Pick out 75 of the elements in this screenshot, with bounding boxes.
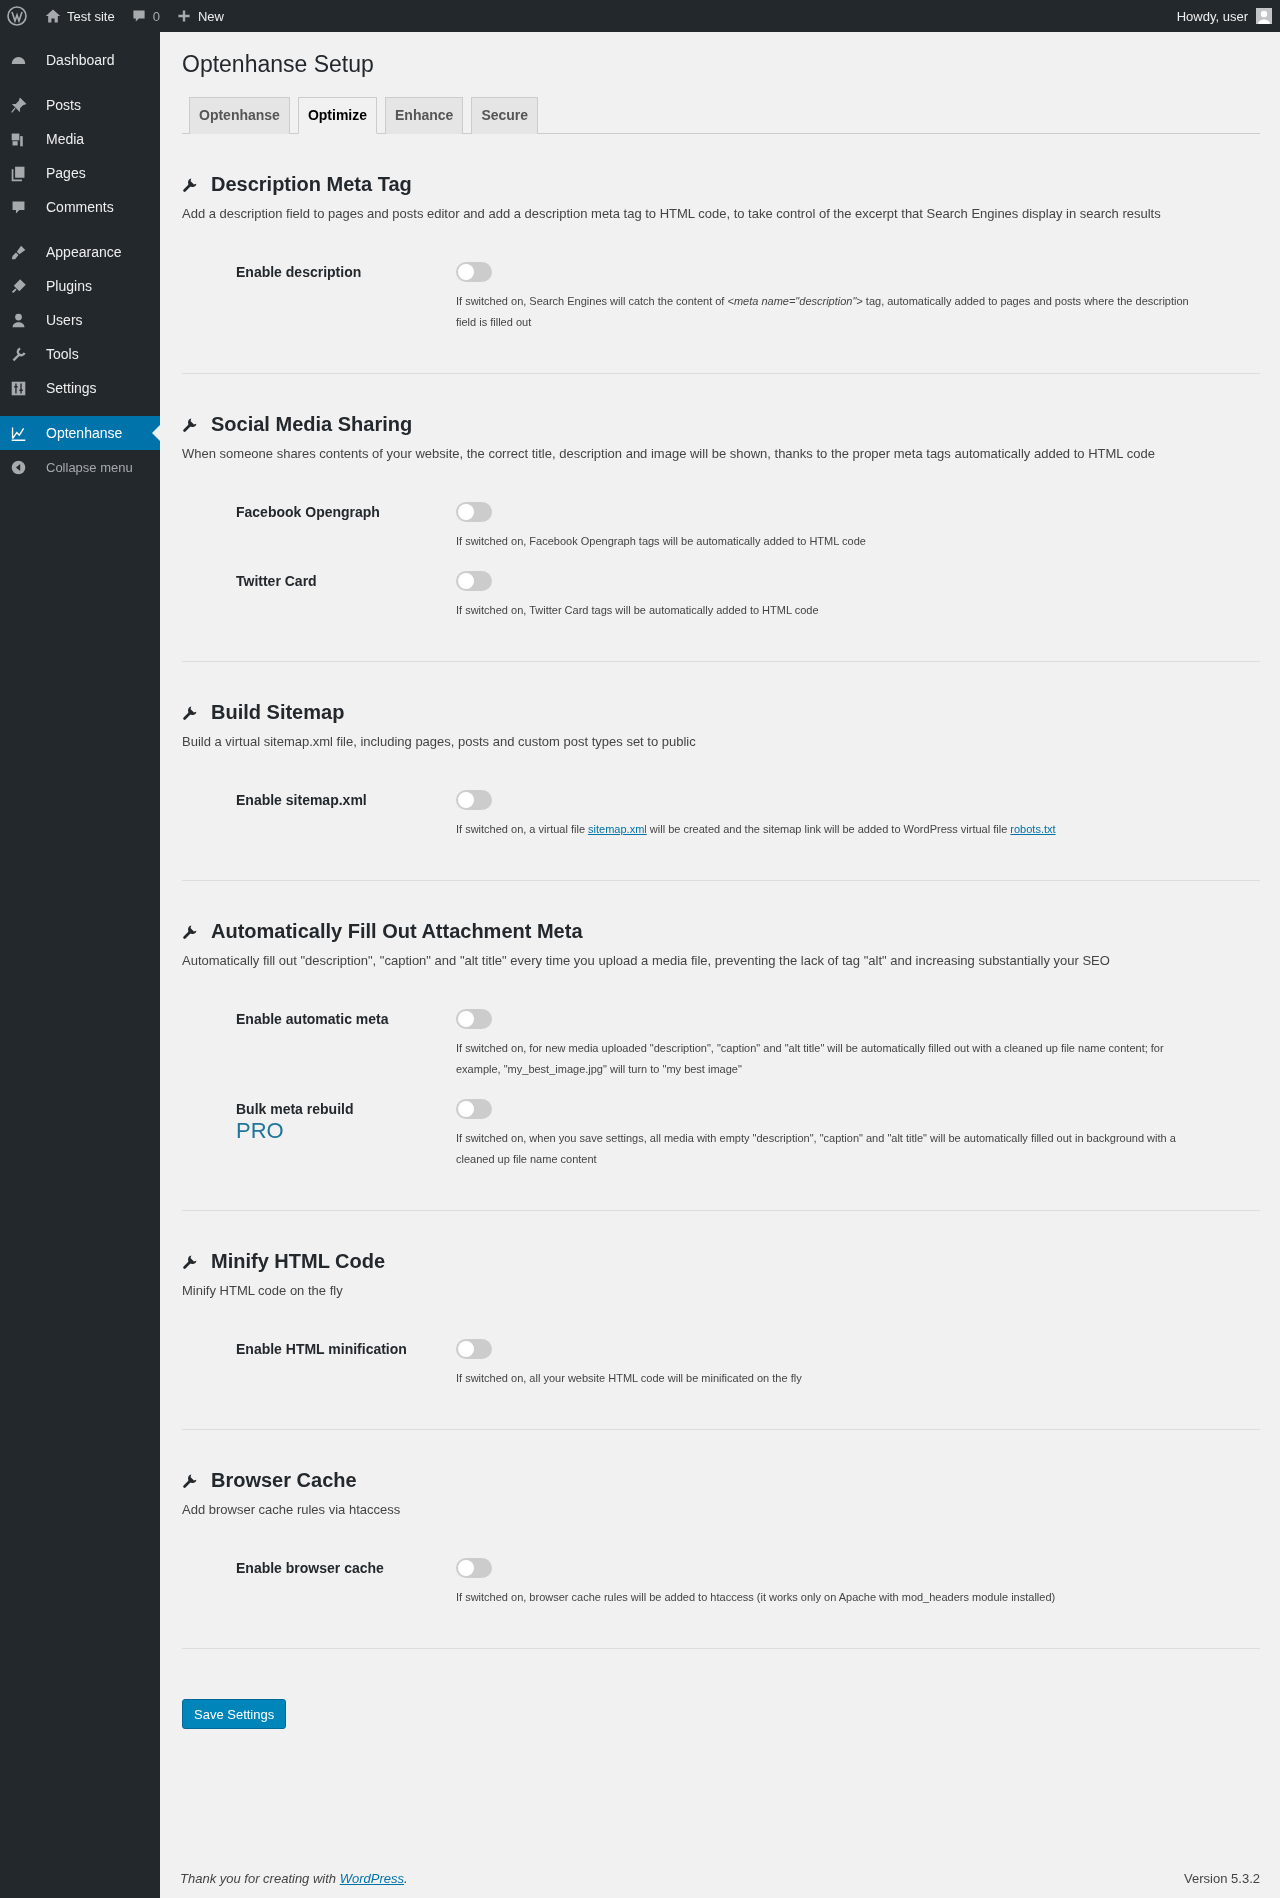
menu-item[interactable]: Media — [0, 122, 160, 156]
pushpin-icon — [10, 96, 27, 114]
collapse-menu-button[interactable]: Collapse menu — [0, 450, 160, 484]
pages-icon — [10, 164, 27, 182]
section-title: Social Media Sharing — [211, 412, 413, 437]
section-description: Minify HTML code on the fly — [182, 1282, 344, 1300]
toggle-switch[interactable] — [456, 262, 492, 282]
tab[interactable]: Enhance — [385, 97, 464, 134]
site-link[interactable]: Test site — [37, 0, 123, 32]
toggle-switch[interactable] — [456, 571, 492, 591]
setting-label: Enable automatic meta — [236, 1010, 390, 1028]
help-text: If switched on, browser cache rules will be added to htaccess (it works only on Apache with mod_headers module installed) — [456, 1590, 1057, 1605]
section-title: Minify HTML Code — [211, 1249, 386, 1274]
section-description: When someone shares contents of your website, the correct title, description and image will be shown, thanks to the proper meta tags automatically added to HTML code — [182, 445, 1156, 463]
section-title: Browser Cache — [211, 1468, 357, 1493]
save-settings-button[interactable]: Save Settings — [182, 1699, 287, 1729]
menu-item[interactable]: Tools — [0, 337, 160, 371]
pro-label: PRO — [236, 1118, 285, 1144]
menu-item[interactable]: Settings — [0, 371, 160, 405]
help-text: If switched on, for new media uploaded "description", "caption" and "alt title" will be automatically filled out with a cleaned up file name content; for example, "my_best_image.jpg" will turn to "my best image" — [456, 1041, 1165, 1077]
menu-item[interactable]: Users — [0, 303, 160, 337]
setting-label: Enable sitemap.xml — [236, 791, 368, 809]
sliders-icon — [10, 379, 27, 397]
account-link[interactable]: Howdy, user — [1168, 0, 1280, 32]
paintbrush-icon — [10, 243, 27, 261]
menu-item[interactable]: Optenhanse — [0, 416, 160, 450]
setting-label: Twitter Card — [236, 572, 318, 590]
wrench-icon — [10, 345, 27, 363]
help-text: If switched on, all your website HTML code will be minificated on the fly — [456, 1371, 803, 1386]
menu-item[interactable]: Comments — [0, 190, 160, 224]
tab[interactable]: Secure — [471, 97, 539, 134]
setting-label: Enable description — [236, 263, 363, 281]
version-text: Version 5.3.2 — [1184, 1871, 1260, 1886]
tab[interactable]: Optenhanse — [189, 97, 290, 134]
setting-label: Enable browser cache — [236, 1559, 385, 1577]
help-text: If switched on, when you save settings, all media with empty "description", "caption" and "alt title" will be automatically filled out in background with a cleaned up file name content — [456, 1131, 1177, 1167]
setting-label: Bulk meta rebuild — [236, 1100, 355, 1118]
section-title: Description Meta Tag — [211, 172, 412, 197]
wordpress-logo-icon[interactable] — [7, 6, 27, 26]
section-description: Add browser cache rules via htaccess — [182, 1501, 402, 1519]
new-link[interactable]: New — [167, 0, 232, 32]
section-description: Build a virtual sitemap.xml file, including pages, posts and custom post types set to public — [182, 733, 697, 751]
help-text: If switched on, Twitter Card tags will be automatically added to HTML code — [456, 603, 820, 618]
toggle-switch[interactable] — [456, 1009, 492, 1029]
wordpress-link[interactable]: WordPress — [339, 1871, 404, 1886]
toggle-switch[interactable] — [456, 1339, 492, 1359]
help-text: If switched on, Search Engines will catch the content of <meta name="description"> tag, automatically added to pages and posts where the description field is filled out — [456, 294, 1190, 330]
toggle-switch[interactable] — [456, 1558, 492, 1578]
menu-item[interactable]: Posts — [0, 88, 160, 122]
setting-label: Enable HTML minification — [236, 1340, 408, 1358]
menu-item[interactable]: Plugins — [0, 269, 160, 303]
tab[interactable]: Optimize — [297, 97, 378, 134]
help-text: If switched on, a virtual file sitemap.xml will be created and the sitemap link will be added to WordPress virtual file robots.txt — [456, 822, 1057, 837]
help-text: If switched on, Facebook Opengraph tags will be automatically added to HTML code — [456, 534, 867, 549]
speech-bubble-icon — [130, 8, 147, 24]
section-title: Automatically Fill Out Attachment Meta — [211, 919, 583, 944]
toggle-switch[interactable] — [456, 1099, 492, 1119]
section-description: Automatically fill out "description", "caption" and "alt title" every time you upload a media file, preventing the lack of tag "alt" and increasing substantially your SEO — [182, 952, 1111, 970]
section-description: Add a description field to pages and posts editor and add a description meta tag to HTML code, to take control of the excerpt that Search Engines display in search results — [182, 205, 1162, 223]
plus-icon — [175, 8, 192, 24]
home-icon — [45, 8, 61, 24]
section-title: Build Sitemap — [211, 700, 345, 725]
toggle-switch[interactable] — [456, 502, 492, 522]
setting-label: Facebook Opengraph — [236, 503, 381, 521]
text-link[interactable]: sitemap.xml — [588, 823, 647, 835]
avatar-icon — [1256, 8, 1272, 24]
footer-text: Thank you for creating with WordPress. — [180, 1871, 408, 1886]
menu-item[interactable]: Appearance — [0, 235, 160, 269]
text-link[interactable]: robots.txt — [1010, 823, 1056, 835]
menu-item[interactable]: Dashboard — [0, 43, 160, 77]
user-icon — [10, 311, 27, 329]
comments-link[interactable]: 0 — [122, 0, 168, 32]
menu-item[interactable]: Pages — [0, 156, 160, 190]
page-title: Optenhanse Setup — [182, 50, 375, 79]
toggle-switch[interactable] — [456, 790, 492, 810]
